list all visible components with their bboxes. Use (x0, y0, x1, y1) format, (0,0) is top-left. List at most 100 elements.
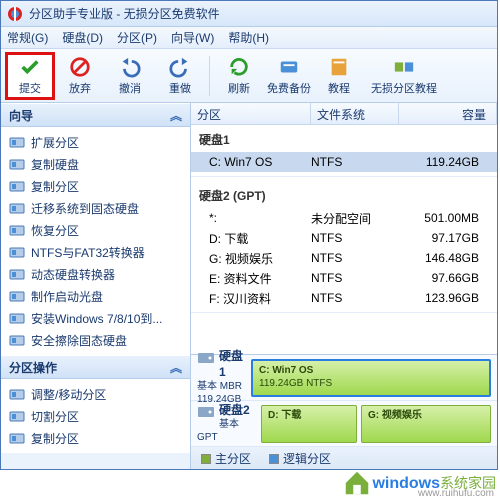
separator (209, 56, 210, 96)
redo-button[interactable]: 重做 (155, 52, 205, 100)
ops-item-label: 复制分区 (31, 430, 79, 447)
refresh-icon (228, 56, 250, 78)
ops-panel-header[interactable]: 分区操作 ︽ (1, 355, 190, 379)
col-partition[interactable]: 分区 (191, 103, 311, 124)
partition-row[interactable]: F: 汉川资料 NTFS 123.96GB (191, 288, 497, 308)
partition-box[interactable]: D: 下载 (261, 405, 357, 443)
watermark-url: www.ruihufu.com (418, 488, 494, 499)
partition-row[interactable]: C: Win7 OS NTFS 119.24GB (191, 152, 497, 172)
tutorial-button[interactable]: 教程 (314, 52, 364, 100)
disk-map-row: 硬盘1基本 MBR119.24GB C: Win7 OS119.24GB NTF… (191, 355, 497, 401)
wizard-item[interactable]: 安装Windows 7/8/10到... (1, 307, 190, 329)
lossless-button[interactable]: 无损分区教程 (364, 52, 444, 100)
backup-label: 免费备份 (267, 80, 311, 96)
wizard-item-label: 复制硬盘 (31, 156, 79, 173)
row-fs: NTFS (311, 291, 399, 305)
discard-button[interactable]: 放弃 (55, 52, 105, 100)
wizard-item[interactable]: 复制分区 (1, 175, 190, 197)
disk-map-bar: C: Win7 OS119.24GB NTFS (251, 359, 497, 397)
ops-item-label: 调整/移动分区 (31, 386, 106, 403)
ops-item[interactable]: 复制分区 (1, 427, 190, 449)
wizard-item[interactable]: 安全擦除固态硬盘 (1, 329, 190, 351)
disk-map-bar: D: 下载G: 视频娱乐 (261, 405, 497, 443)
wizard-item[interactable]: NTFS与FAT32转换器 (1, 241, 190, 263)
disk-map-row: 硬盘2基本 GPT D: 下载G: 视频娱乐 (191, 401, 497, 447)
partition-row[interactable]: G: 视频娱乐 NTFS 146.48GB (191, 248, 497, 268)
wizard-item[interactable]: 动态硬盘转换器 (1, 263, 190, 285)
partition-row[interactable]: E: 资料文件 NTFS 97.66GB (191, 268, 497, 288)
wizard-item-label: 迁移系统到固态硬盘 (31, 200, 139, 217)
title-bar: 分区助手专业版 - 无损分区免费软件 (1, 1, 497, 27)
row-name: F: 汉川资料 (191, 290, 311, 307)
ops-title: 分区操作 (9, 359, 57, 376)
discard-label: 放弃 (69, 80, 91, 96)
partition-row[interactable]: D: 下载 NTFS 97.17GB (191, 228, 497, 248)
row-name: C: Win7 OS (191, 155, 311, 169)
row-fs: 未分配空间 (311, 210, 399, 227)
row-name: E: 资料文件 (191, 270, 311, 287)
main-panel: 分区 文件系统 容量 硬盘1 C: Win7 OS NTFS 119.24GB … (191, 103, 497, 469)
disk-map-panel: 硬盘1基本 MBR119.24GB C: Win7 OS119.24GB NTF… (191, 354, 497, 447)
row-cap: 97.66GB (399, 271, 497, 285)
ops-list: 调整/移动分区切割分区复制分区 (1, 379, 190, 453)
ops-item[interactable]: 切割分区 (1, 405, 190, 427)
list-header: 分区 文件系统 容量 (191, 103, 497, 125)
menu-partition[interactable]: 分区(P) (117, 29, 157, 46)
wizard-item[interactable]: 迁移系统到固态硬盘 (1, 197, 190, 219)
legend: 主分区 逻辑分区 (191, 447, 497, 469)
cancel-icon (69, 56, 91, 78)
partition-list: 硬盘1 C: Win7 OS NTFS 119.24GB 硬盘2 (GPT) *… (191, 125, 497, 354)
wizard-item[interactable]: 扩展分区 (1, 131, 190, 153)
row-cap: 146.48GB (399, 251, 497, 265)
row-fs: NTFS (311, 231, 399, 245)
partition-icon (393, 56, 415, 78)
check-icon (19, 56, 41, 78)
toolbar: 提交 放弃 撤消 重做 刷新 免费备份 教程 无损分区教程 (1, 49, 497, 103)
wizard-item-label: 制作启动光盘 (31, 288, 103, 305)
wizard-item[interactable]: 复制硬盘 (1, 153, 190, 175)
wizard-panel-header[interactable]: 向导 ︽ (1, 103, 190, 127)
commit-button[interactable]: 提交 (5, 52, 55, 100)
disk-map-label: 硬盘2基本 GPT (191, 401, 261, 447)
row-cap: 501.00MB (399, 211, 497, 225)
disk-group: 硬盘1 (191, 125, 497, 152)
col-capacity[interactable]: 容量 (399, 103, 497, 124)
wizard-list: 扩展分区复制硬盘复制分区迁移系统到固态硬盘恢复分区 NTFS与FAT32转换器动态… (1, 127, 190, 355)
app-icon (7, 6, 23, 22)
refresh-button[interactable]: 刷新 (214, 52, 264, 100)
body: 向导 ︽ 扩展分区复制硬盘复制分区迁移系统到固态硬盘恢复分区NTFS与FAT32… (1, 103, 497, 469)
disk-map-label: 硬盘1基本 MBR119.24GB (191, 347, 251, 408)
sidebar: 向导 ︽ 扩展分区复制硬盘复制分区迁移系统到固态硬盘恢复分区NTFS与FAT32… (1, 103, 191, 469)
refresh-label: 刷新 (228, 80, 250, 96)
commit-label: 提交 (19, 80, 41, 96)
partition-box[interactable]: G: 视频娱乐 (361, 405, 491, 443)
menu-help[interactable]: 帮助(H) (228, 29, 269, 46)
menu-general[interactable]: 常规(G) (7, 29, 48, 46)
undo-button[interactable]: 撤消 (105, 52, 155, 100)
undo-label: 撤消 (119, 80, 141, 96)
book-icon (328, 56, 350, 78)
wizard-item-label: 安全擦除固态硬盘 (31, 332, 127, 349)
wizard-item[interactable]: 恢复分区 (1, 219, 190, 241)
partition-row[interactable]: *: 未分配空间 501.00MB (191, 208, 497, 228)
chevron-up-icon: ︽ (170, 107, 182, 124)
partition-box[interactable]: C: Win7 OS119.24GB NTFS (251, 359, 491, 397)
backup-button[interactable]: 免费备份 (264, 52, 314, 100)
wizard-title: 向导 (9, 107, 33, 124)
row-cap: 97.17GB (399, 231, 497, 245)
row-fs: NTFS (311, 251, 399, 265)
menu-disk[interactable]: 硬盘(D) (62, 29, 103, 46)
undo-icon (119, 56, 141, 78)
redo-icon (169, 56, 191, 78)
wizard-item[interactable]: 制作启动光盘 (1, 285, 190, 307)
ops-item-label: 切割分区 (31, 408, 79, 425)
col-fs[interactable]: 文件系统 (311, 103, 399, 124)
ops-item[interactable]: 调整/移动分区 (1, 383, 190, 405)
wizard-item-label: 复制分区 (31, 178, 79, 195)
wizard-item-label: 动态硬盘转换器 (31, 266, 115, 283)
wizard-item-label: 恢复分区 (31, 222, 79, 239)
row-name: G: 视频娱乐 (191, 250, 311, 267)
backup-icon (278, 56, 300, 78)
menu-wizard[interactable]: 向导(W) (171, 29, 214, 46)
chevron-up-icon: ︽ (170, 359, 182, 376)
